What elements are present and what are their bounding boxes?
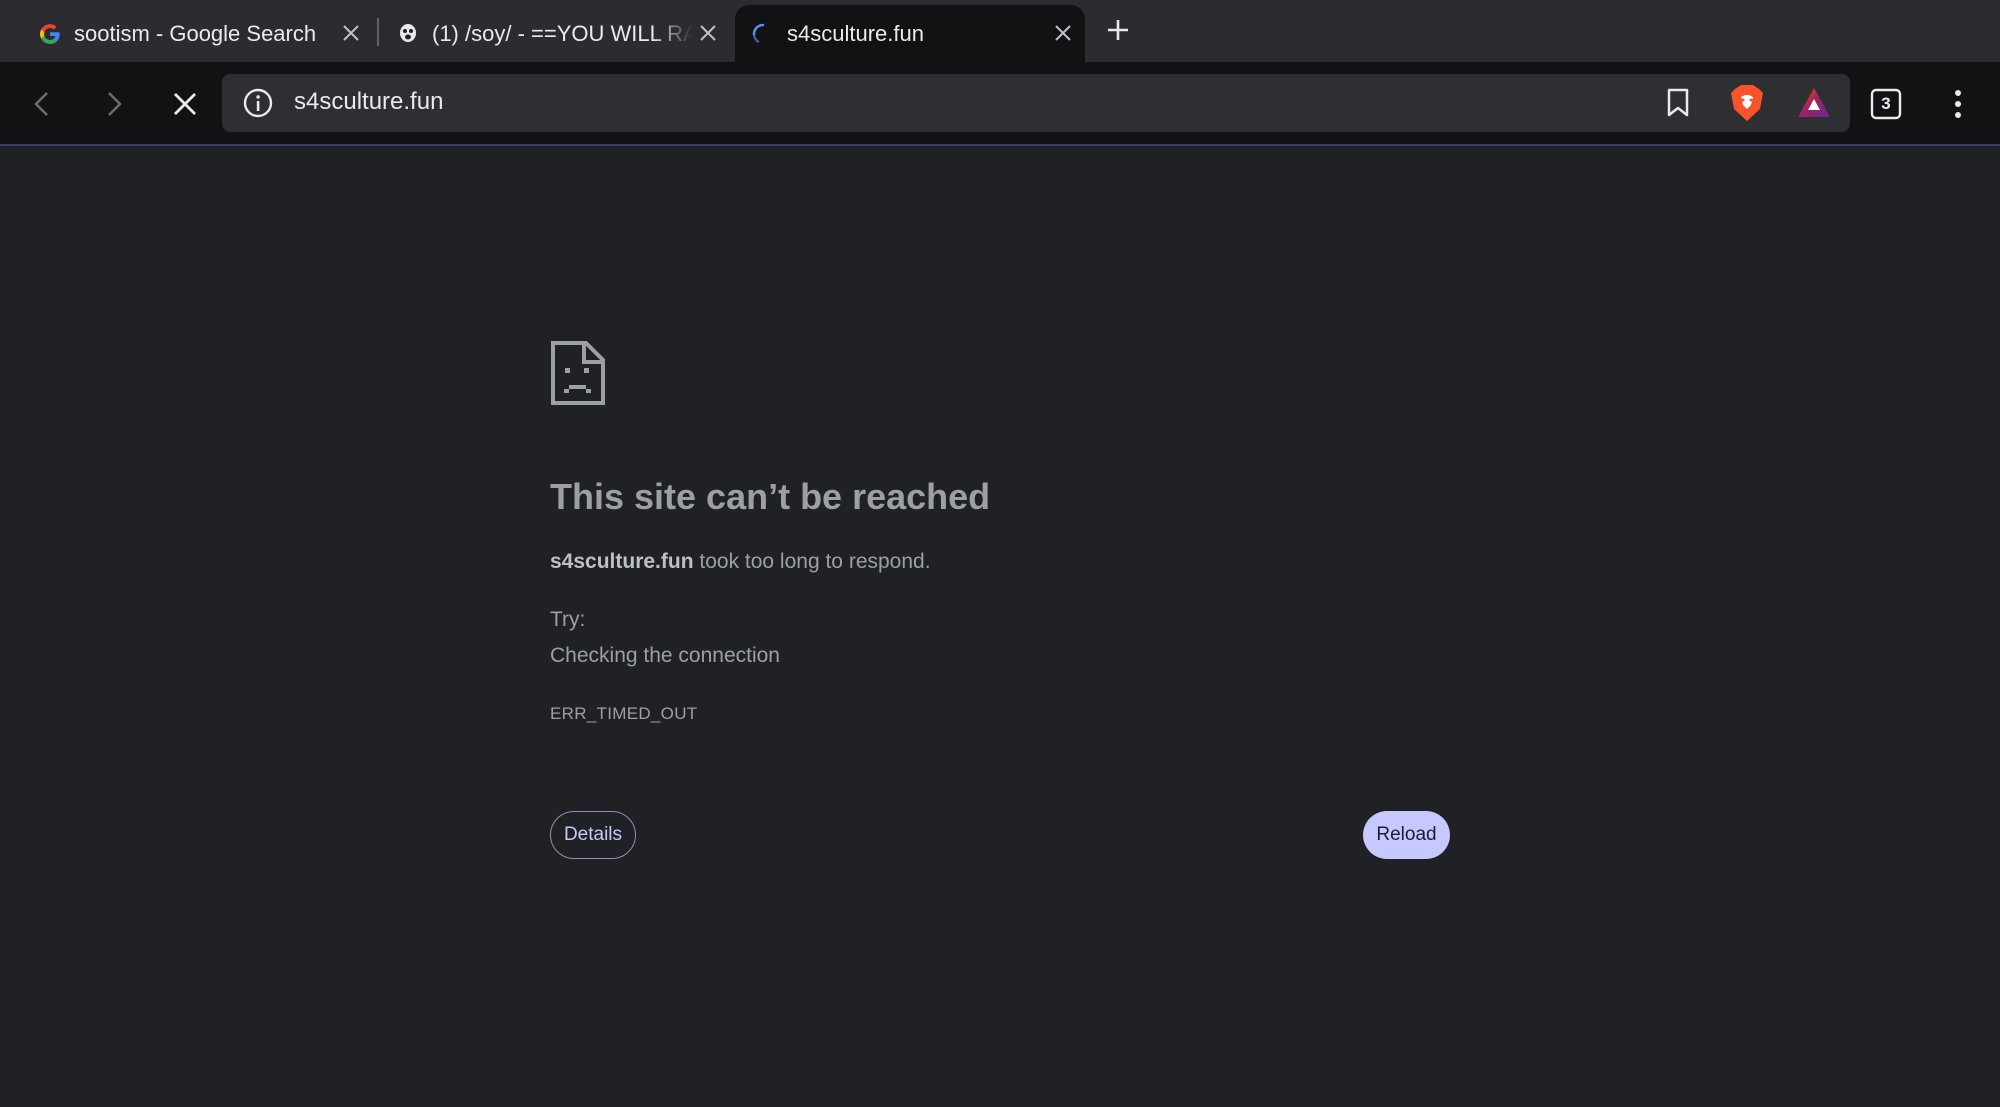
try-label: Try: [550,608,586,631]
url-input[interactable] [294,88,1294,116]
new-tab-button[interactable] [1102,14,1134,46]
tab-title: (1) /soy/ - ==YOU WILL RAPE [432,20,692,46]
error-heading: This site can’t be reached [550,476,991,517]
sad-page-icon [550,340,606,406]
google-icon [38,22,62,46]
brave-rewards-icon[interactable] [1794,83,1834,123]
back-button[interactable] [20,82,64,126]
more-vert-icon [1955,90,1961,118]
error-message: s4sculture.fun took too long to respond. [550,550,931,574]
suggestion-item: Checking the connection [550,644,780,667]
plus-icon [1108,20,1128,40]
close-icon[interactable] [695,20,721,46]
stop-loading-button[interactable] [163,82,207,126]
info-icon[interactable] [242,87,274,119]
tab-title: sootism - Google Search [74,20,317,46]
error-host: s4sculture.fun [550,550,694,573]
tab-title: s4sculture.fun [787,20,924,46]
chevron-right-icon [108,92,122,116]
tab-s4sculture[interactable]: s4sculture.fun [735,5,1085,62]
chevron-left-icon [34,92,48,116]
close-icon [174,93,196,115]
tab-google-search[interactable]: sootism - Google Search [0,5,370,62]
bookmark-icon[interactable] [1658,83,1698,123]
tab-soy[interactable]: (1) /soy/ - ==YOU WILL RAPE [358,5,730,62]
error-message-text: took too long to respond. [693,550,931,573]
menu-button[interactable] [1936,82,1980,126]
reload-button[interactable]: Reload [1363,811,1450,859]
tab-strip: sootism - Google Search (1) /soy/ - ==YO… [0,0,2000,62]
loading-spinner-icon [751,22,775,46]
details-button[interactable]: Details [550,811,636,859]
tab-count: 3 [1881,94,1891,113]
tab-switcher-button[interactable]: 3 [1864,82,1908,126]
error-code: ERR_TIMED_OUT [550,704,698,723]
forward-button[interactable] [92,82,136,126]
toolbar: 3 [0,62,2000,146]
close-icon[interactable] [1050,20,1076,46]
soyjak-icon [396,22,420,46]
brave-shields-icon[interactable] [1727,83,1767,123]
address-bar[interactable] [222,74,1850,132]
